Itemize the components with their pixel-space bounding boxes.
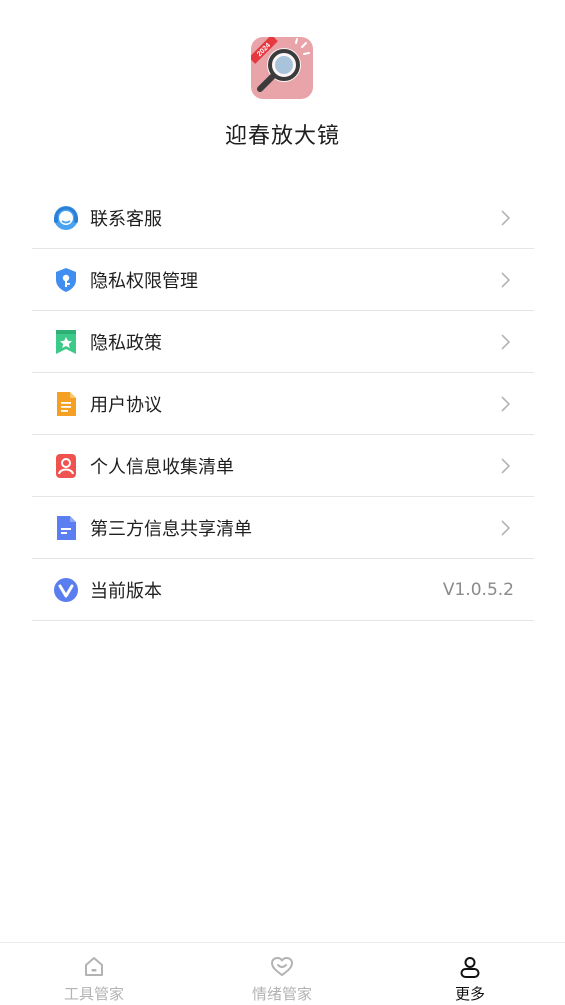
menu-item-customer-service[interactable]: 联系客服: [32, 187, 534, 249]
menu-item-label: 联系客服: [90, 208, 162, 230]
menu-item-label: 隐私权限管理: [90, 270, 198, 292]
menu-item-label: 用户协议: [90, 394, 162, 416]
tab-label: 工具管家: [63, 985, 124, 1003]
app-logo: 2024: [251, 37, 313, 99]
settings-menu: 联系客服 隐私权限管理 隐私政策 用户协议 个人信息收集清单 第三方信息共享清单…: [32, 187, 534, 621]
tab-more[interactable]: 更多: [376, 943, 564, 1005]
menu-item-label: 第三方信息共享清单: [90, 518, 252, 540]
menu-item-label: 隐私政策: [90, 332, 162, 354]
person-card-icon: [53, 453, 79, 479]
privacy-shield-icon: [53, 267, 79, 293]
version-icon: [53, 577, 79, 603]
chevron-right-icon: [501, 396, 511, 412]
chevron-right-icon: [501, 458, 511, 474]
app-name: 迎春放大镜: [224, 124, 340, 149]
menu-item-privacy-policy[interactable]: 隐私政策: [32, 311, 534, 373]
customer-service-icon: [53, 205, 79, 231]
tab-tool-manager[interactable]: 工具管家: [0, 943, 188, 1005]
home-icon: [85, 957, 103, 976]
chevron-right-icon: [501, 334, 511, 350]
menu-item-third-party-sharing[interactable]: 第三方信息共享清单: [32, 497, 534, 559]
file-share-icon: [53, 515, 79, 541]
menu-item-label: 个人信息收集清单: [90, 456, 234, 478]
menu-item-privacy-permissions[interactable]: 隐私权限管理: [32, 249, 534, 311]
heart-icon: [271, 957, 293, 976]
tab-label: 更多: [454, 985, 485, 1003]
user-icon: [460, 957, 480, 978]
document-icon: [53, 391, 79, 417]
menu-item-personal-info-list[interactable]: 个人信息收集清单: [32, 435, 534, 497]
chevron-right-icon: [501, 272, 511, 288]
menu-item-user-agreement[interactable]: 用户协议: [32, 373, 534, 435]
chevron-right-icon: [501, 210, 511, 226]
tab-label: 情绪管家: [251, 985, 312, 1003]
bookmark-star-icon: [53, 329, 79, 355]
version-value: V1.0.5.2: [442, 579, 514, 600]
tab-mood-manager[interactable]: 情绪管家: [188, 943, 376, 1005]
menu-item-current-version[interactable]: 当前版本 V1.0.5.2: [32, 559, 534, 621]
chevron-right-icon: [501, 520, 511, 536]
bottom-tab-bar: 工具管家 情绪管家 更多: [0, 942, 565, 1005]
menu-item-label: 当前版本: [90, 580, 162, 602]
